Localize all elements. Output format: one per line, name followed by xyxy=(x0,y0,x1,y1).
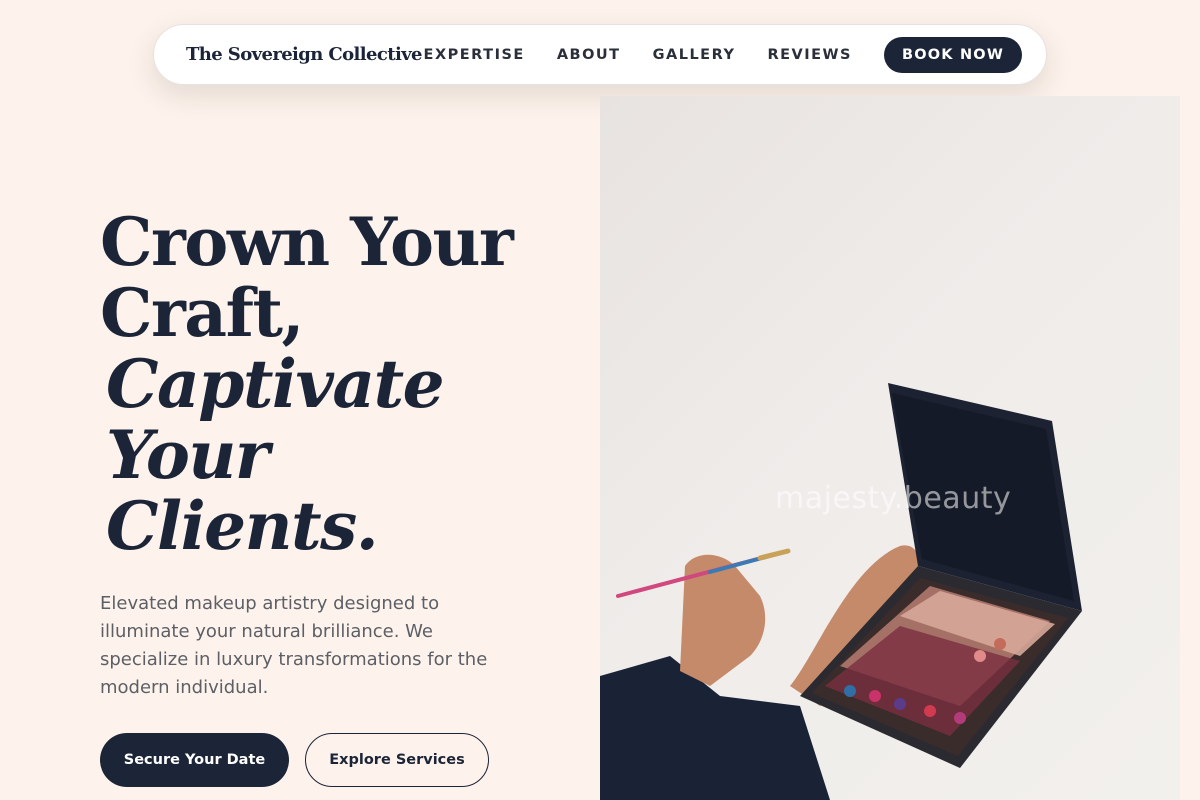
makeup-palette-illustration xyxy=(600,383,1082,800)
hero-title-line: Crown Your xyxy=(100,203,514,281)
nav-link-gallery[interactable]: GALLERY xyxy=(653,47,736,63)
hero-title-line: Craft, xyxy=(100,274,304,352)
image-watermark: majesty.beauty xyxy=(775,481,1012,516)
top-navigation: The Sovereign Collective EXPERTISE ABOUT… xyxy=(153,24,1047,85)
nav-links: EXPERTISE ABOUT GALLERY REVIEWS BOOK NOW xyxy=(424,36,1022,73)
nav-link-expertise[interactable]: EXPERTISE xyxy=(424,47,525,63)
nav-link-about[interactable]: ABOUT xyxy=(557,47,621,63)
book-now-button[interactable]: BOOK NOW xyxy=(884,36,1022,73)
nav-link-reviews[interactable]: REVIEWS xyxy=(767,47,852,63)
brand-logo[interactable]: The Sovereign Collective xyxy=(186,44,423,65)
hero-title-line-italic: Your xyxy=(106,416,270,494)
hero-title-line-italic: Clients. xyxy=(106,487,379,565)
hero-title: Crown Your Craft, Captivate Your Clients… xyxy=(100,207,580,562)
hero-title-line-italic: Captivate xyxy=(106,345,445,423)
hero-description: Elevated makeup artistry designed to ill… xyxy=(100,593,488,698)
explore-services-button[interactable]: Explore Services xyxy=(305,733,489,787)
secure-your-date-button[interactable]: Secure Your Date xyxy=(100,733,289,787)
hero-image: majesty.beauty xyxy=(600,96,1180,800)
